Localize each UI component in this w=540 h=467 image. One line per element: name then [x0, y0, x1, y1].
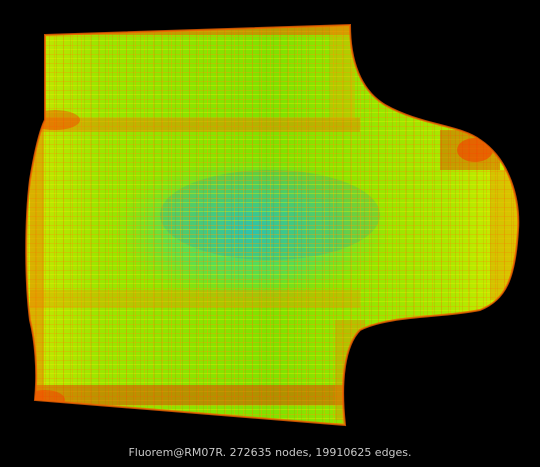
mesh-body	[25, 23, 520, 427]
caption: Fluorem@RM07R. 272635 nodes, 19910625 ed…	[128, 446, 412, 459]
mesh-visualization	[25, 23, 520, 427]
